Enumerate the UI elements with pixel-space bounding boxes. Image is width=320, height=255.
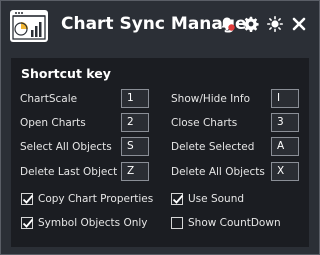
chart-scale-label: ChartScale: [20, 93, 78, 105]
chart-sync-manager-window: Chart Sync Manager Shortcut key ChartSca…: [0, 0, 320, 255]
open-charts-key-input[interactable]: 2: [121, 113, 149, 132]
copy-chart-properties-checkbox[interactable]: [21, 193, 34, 205]
app-logo-icon: [9, 9, 49, 43]
settings-panel: Shortcut key ChartScale 1 Open Charts 2 …: [11, 58, 309, 247]
close-icon[interactable]: [291, 16, 307, 32]
close-charts-key-input[interactable]: 3: [271, 113, 299, 132]
gear-icon[interactable]: [243, 16, 259, 32]
symbol-objects-only-checkbox[interactable]: [21, 217, 34, 229]
symbol-objects-only-label: Symbol Objects Only: [38, 217, 148, 229]
delete-selected-key-input[interactable]: A: [271, 137, 299, 156]
chart-scale-key-input[interactable]: 1: [121, 89, 149, 108]
delete-last-object-key-input[interactable]: Z: [121, 162, 149, 181]
bell-icon[interactable]: [219, 16, 235, 32]
close-charts-label: Close Charts: [171, 117, 238, 129]
delete-all-objects-key-input[interactable]: X: [271, 162, 299, 181]
show-hide-info-label: Show/Hide Info: [171, 93, 251, 105]
checkmark-icon: [172, 194, 184, 204]
title-bar-actions: [219, 16, 307, 32]
section-title: Shortcut key: [21, 66, 111, 81]
checkmark-icon: [22, 194, 34, 204]
show-countdown-label: Show CountDown: [188, 217, 281, 229]
copy-chart-properties-label: Copy Chart Properties: [38, 193, 154, 205]
delete-selected-label: Delete Selected: [171, 141, 255, 153]
open-charts-label: Open Charts: [20, 117, 86, 129]
select-all-objects-key-input[interactable]: S: [121, 137, 149, 156]
checkmark-icon: [22, 218, 34, 228]
use-sound-checkbox[interactable]: [171, 193, 184, 205]
use-sound-label: Use Sound: [188, 193, 245, 205]
show-hide-info-key-input[interactable]: I: [271, 89, 299, 108]
sun-icon[interactable]: [267, 16, 283, 32]
show-countdown-checkbox[interactable]: [171, 217, 183, 229]
select-all-objects-label: Select All Objects: [20, 141, 112, 153]
delete-all-objects-label: Delete All Objects: [171, 166, 265, 178]
delete-last-object-label: Delete Last Object: [20, 166, 118, 178]
title-bar[interactable]: Chart Sync Manager: [1, 1, 319, 51]
